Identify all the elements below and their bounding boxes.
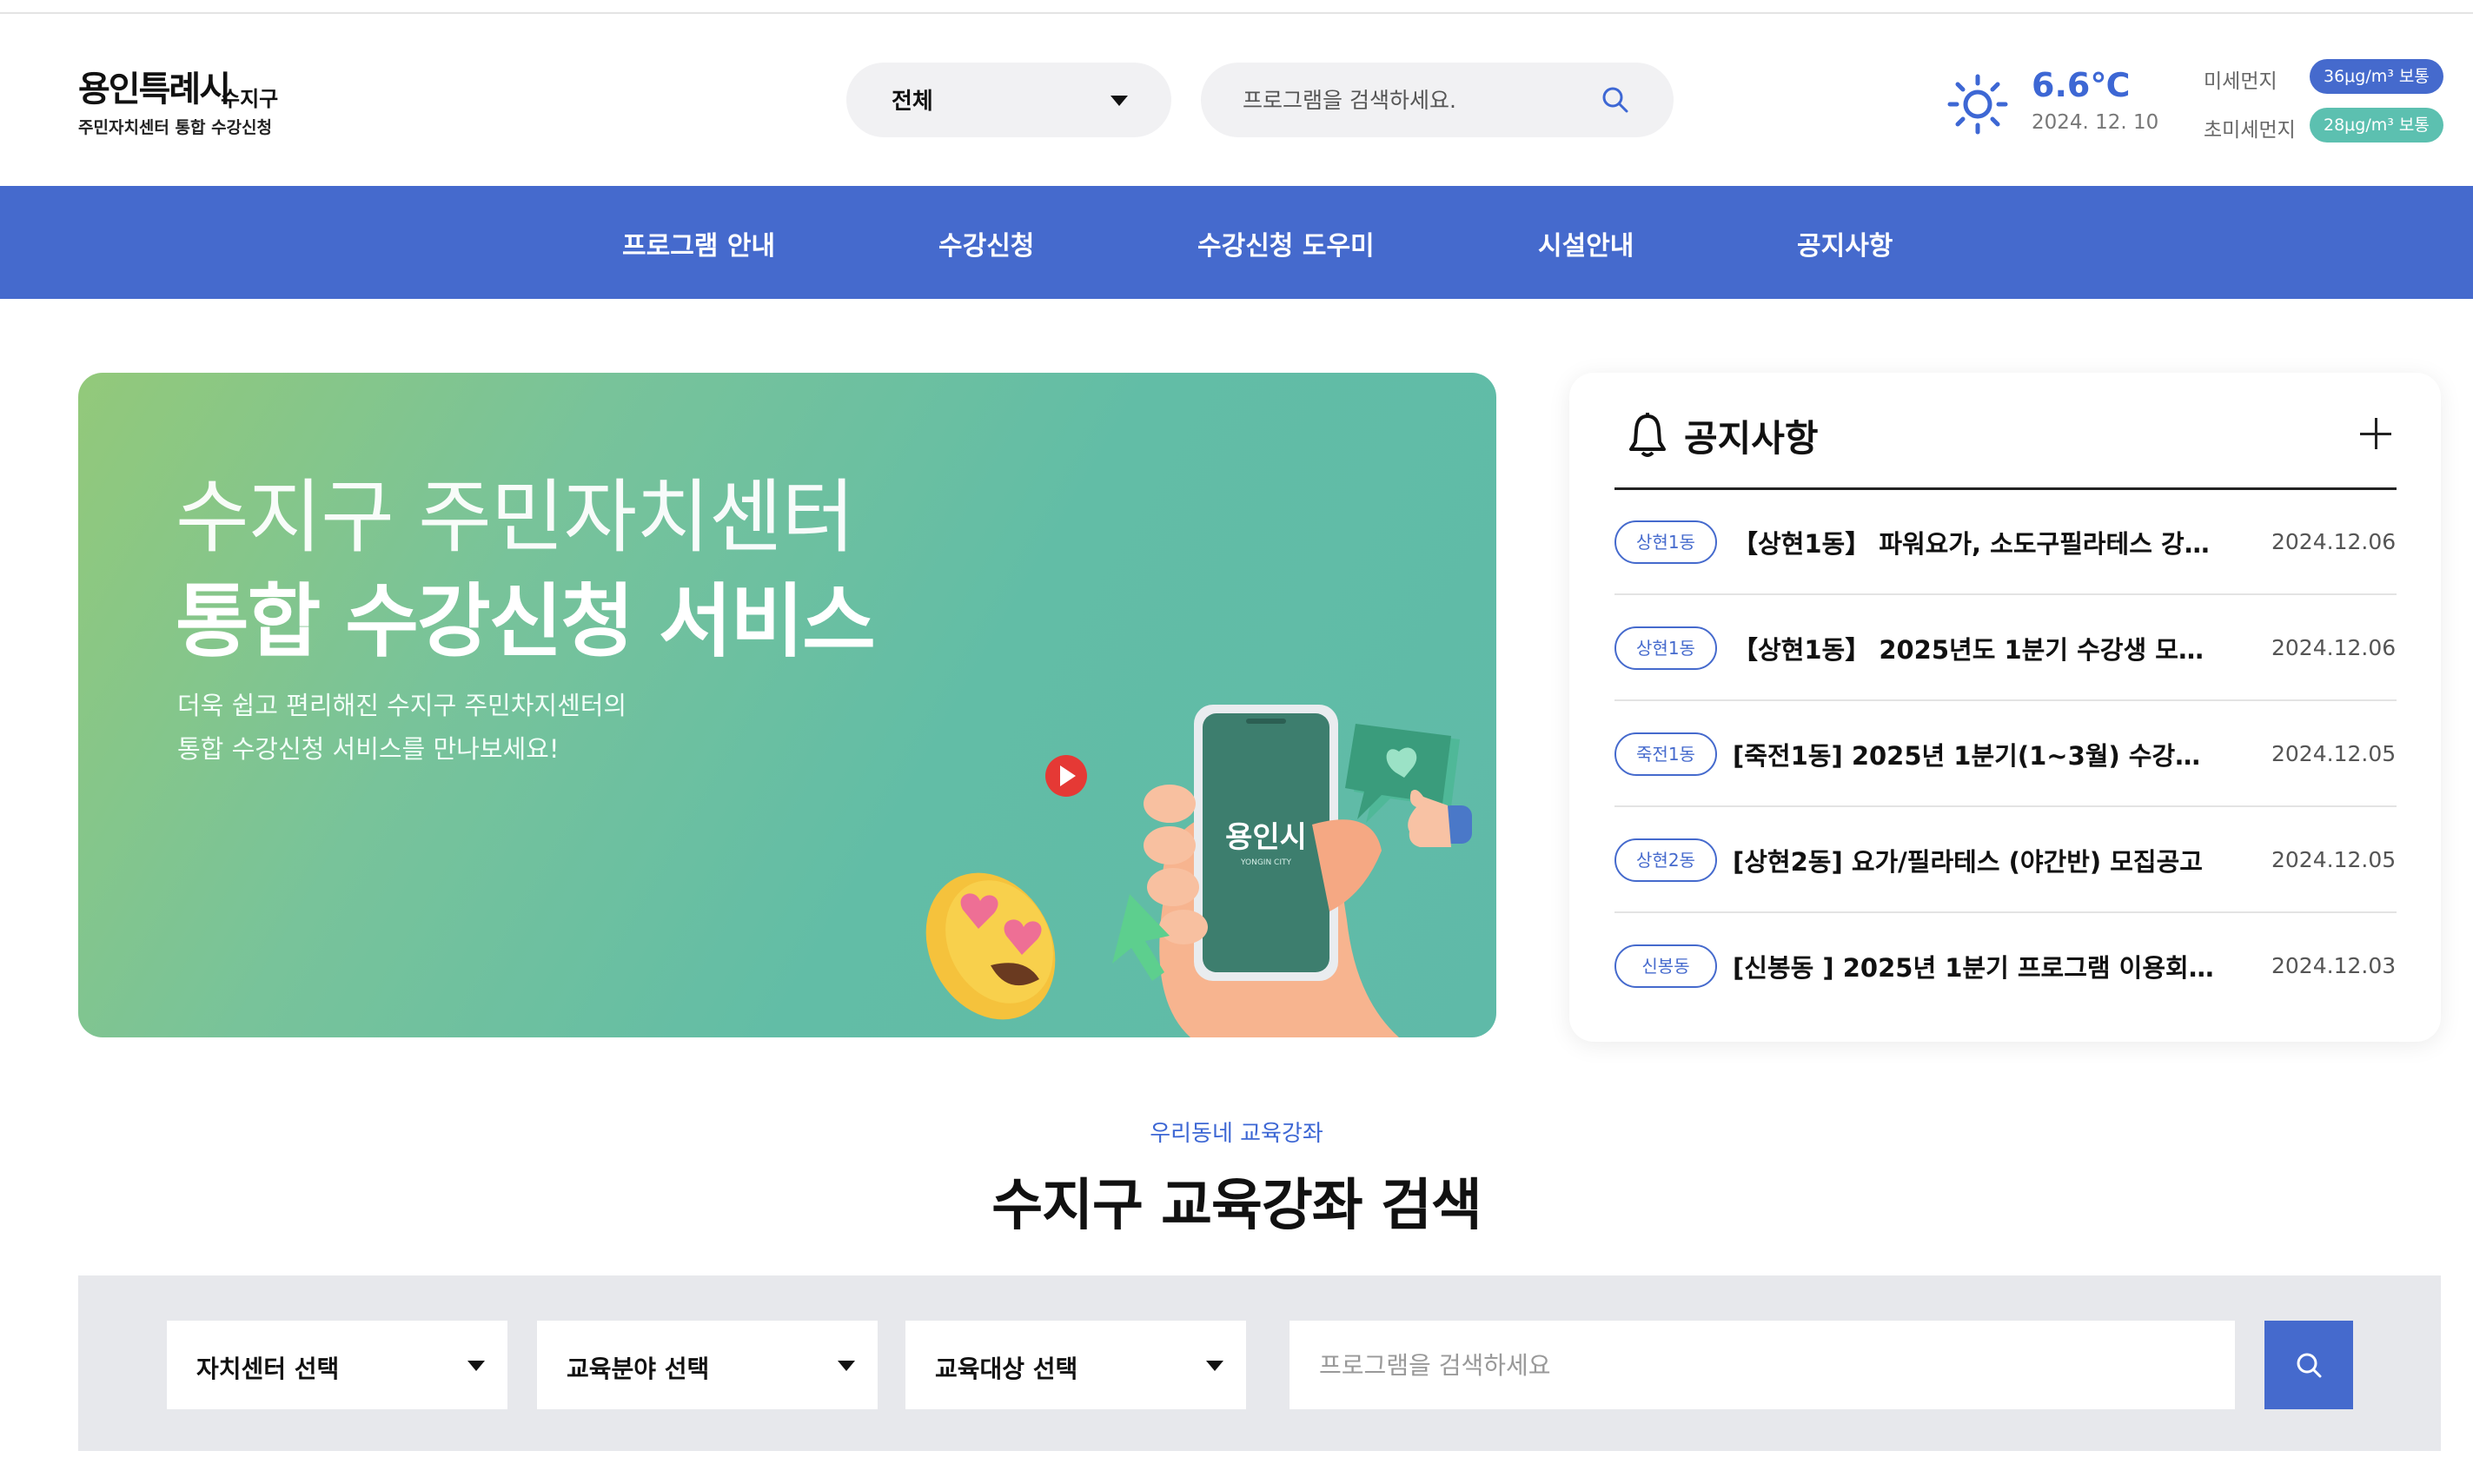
fine-dust-badge: 36μg/m³ 보통 xyxy=(2310,59,2443,94)
notice-text[interactable]: 【상현1동】 파워요가, 소도구필라테스 강사… xyxy=(1733,524,2219,560)
category-select[interactable]: 전체 xyxy=(846,63,1171,137)
logo-subtitle: 주민자치센터 통합 수강신청 xyxy=(78,118,272,137)
center-select-label: 자치센터 선택 xyxy=(196,1355,340,1383)
search-icon[interactable] xyxy=(1601,85,1630,115)
weather-date: 2024. 12. 10 xyxy=(2032,111,2159,134)
notice-item[interactable]: 상현1동 【상현1동】 파워요가, 소도구필라테스 강사… 2024.12.06 xyxy=(1614,489,2397,595)
notice-badge: 상현1동 xyxy=(1614,626,1717,670)
notice-badge: 상현1동 xyxy=(1614,520,1717,564)
cursor-arrow-icon xyxy=(1112,894,1170,981)
top-divider xyxy=(0,12,2473,14)
notice-badge: 죽전1동 xyxy=(1614,732,1717,776)
education-subtitle: 우리동네 교육강좌 xyxy=(1150,1121,1323,1147)
top-search-input[interactable] xyxy=(1243,80,1590,120)
notice-badge: 상현2동 xyxy=(1614,838,1717,882)
hero-description-line1: 더욱 쉽고 편리해진 수지구 주민차지센터의 xyxy=(177,691,627,720)
field-select-label: 교육분야 선택 xyxy=(567,1355,710,1383)
target-select-label: 교육대상 선택 xyxy=(935,1355,1078,1383)
fine-dust-label: 미세먼지 xyxy=(2204,70,2277,93)
hero-description-line2: 통합 수강신청 서비스를 만나보세요! xyxy=(177,734,560,764)
center-select[interactable]: 자치센터 선택 xyxy=(167,1321,507,1409)
notice-date: 2024.12.06 xyxy=(2271,635,2397,660)
notice-title: 공지사항 xyxy=(1684,417,1819,460)
hero-banner: 수지구 주민자치센터 통합 수강신청 서비스 더욱 쉽고 편리해진 수지구 주민… xyxy=(78,373,1496,1037)
nav-notices[interactable]: 공지사항 xyxy=(1797,224,1893,262)
caret-down-icon xyxy=(838,1361,855,1371)
notice-text[interactable]: [죽전1동] 2025년 1분기(1~3월) 수강생 모… xyxy=(1733,736,2219,772)
site-logo[interactable]: 용인특례시 수지구 주민자치센터 통합 수강신청 xyxy=(78,61,304,148)
nav-facility-guide[interactable]: 시설안내 xyxy=(1538,224,1634,262)
notice-item[interactable]: 죽전1동 [죽전1동] 2025년 1분기(1~3월) 수강생 모… 2024.… xyxy=(1614,701,2397,807)
notice-text[interactable]: [상현2동] 요가/필라테스 (야간반) 모집공고 xyxy=(1733,842,2219,878)
field-select[interactable]: 교육분야 선택 xyxy=(537,1321,878,1409)
logo-main-text: 용인특례시 xyxy=(78,70,231,109)
heart-eyes-emoji-icon xyxy=(925,872,1056,1020)
bell-icon xyxy=(1629,413,1666,457)
nav-program-guide[interactable]: 프로그램 안내 xyxy=(622,224,775,262)
phone-logo-text: 용인시 xyxy=(1225,820,1307,855)
notice-text[interactable]: 【상현1동】 2025년도 1분기 수강생 모집 … xyxy=(1733,630,2219,666)
education-search-button[interactable] xyxy=(2264,1321,2353,1409)
caret-down-icon xyxy=(467,1361,485,1371)
top-search-box[interactable] xyxy=(1201,63,1674,137)
ultrafine-dust-badge: 28μg/m³ 보통 xyxy=(2310,108,2443,142)
notice-date: 2024.12.05 xyxy=(2271,847,2397,872)
weather-temperature: 6.6℃ xyxy=(2032,66,2131,104)
notice-date: 2024.12.03 xyxy=(2271,953,2397,978)
category-select-value: 전체 xyxy=(892,89,933,115)
education-search-input[interactable] xyxy=(1319,1343,2188,1387)
ultrafine-dust-label: 초미세먼지 xyxy=(2204,119,2296,142)
caret-down-icon xyxy=(1111,96,1128,106)
phone-logo-subtext: YONGIN CITY xyxy=(1240,858,1291,867)
education-search-field[interactable] xyxy=(1290,1321,2235,1409)
notice-date: 2024.12.05 xyxy=(2271,741,2397,766)
main-nav: 프로그램 안내 수강신청 수강신청 도우미 시설안내 공지사항 xyxy=(0,186,2473,299)
education-title: 수지구 교육강좌 검색 xyxy=(991,1174,1482,1238)
nav-enrollment-helper[interactable]: 수강신청 도우미 xyxy=(1197,224,1375,262)
hero-title-line1: 수지구 주민자치센터 xyxy=(176,471,855,564)
notice-text[interactable]: [신봉동 ] 2025년 1분기 프로그램 이용회원 … xyxy=(1733,948,2219,984)
hero-title-line2: 통합 수강신청 서비스 xyxy=(176,575,876,668)
notice-item[interactable]: 상현1동 【상현1동】 2025년도 1분기 수강생 모집 … 2024.12.… xyxy=(1614,595,2397,701)
education-search-bar: 자치센터 선택 교육분야 선택 교육대상 선택 xyxy=(78,1275,2441,1451)
caret-down-icon xyxy=(1206,1361,1223,1371)
notice-panel: 공지사항 상현1동 【상현1동】 파워요가, 소도구필라테스 강사… 2024.… xyxy=(1569,373,2441,1042)
notice-badge: 신봉동 xyxy=(1614,944,1717,988)
sun-icon xyxy=(1947,74,2008,135)
search-icon xyxy=(2297,1353,2322,1378)
target-select[interactable]: 교육대상 선택 xyxy=(905,1321,1246,1409)
hero-illustration: 용인시 YONGIN CITY xyxy=(925,705,1472,1037)
play-icon xyxy=(1045,755,1087,797)
nav-enrollment[interactable]: 수강신청 xyxy=(938,224,1034,262)
notice-item[interactable]: 상현2동 [상현2동] 요가/필라테스 (야간반) 모집공고 2024.12.0… xyxy=(1614,807,2397,913)
plus-icon[interactable] xyxy=(2360,418,2391,449)
logo-district: 수지구 xyxy=(221,87,279,111)
notice-item[interactable]: 신봉동 [신봉동 ] 2025년 1분기 프로그램 이용회원 … 2024.12… xyxy=(1614,913,2397,1019)
notice-date: 2024.12.06 xyxy=(2271,529,2397,554)
